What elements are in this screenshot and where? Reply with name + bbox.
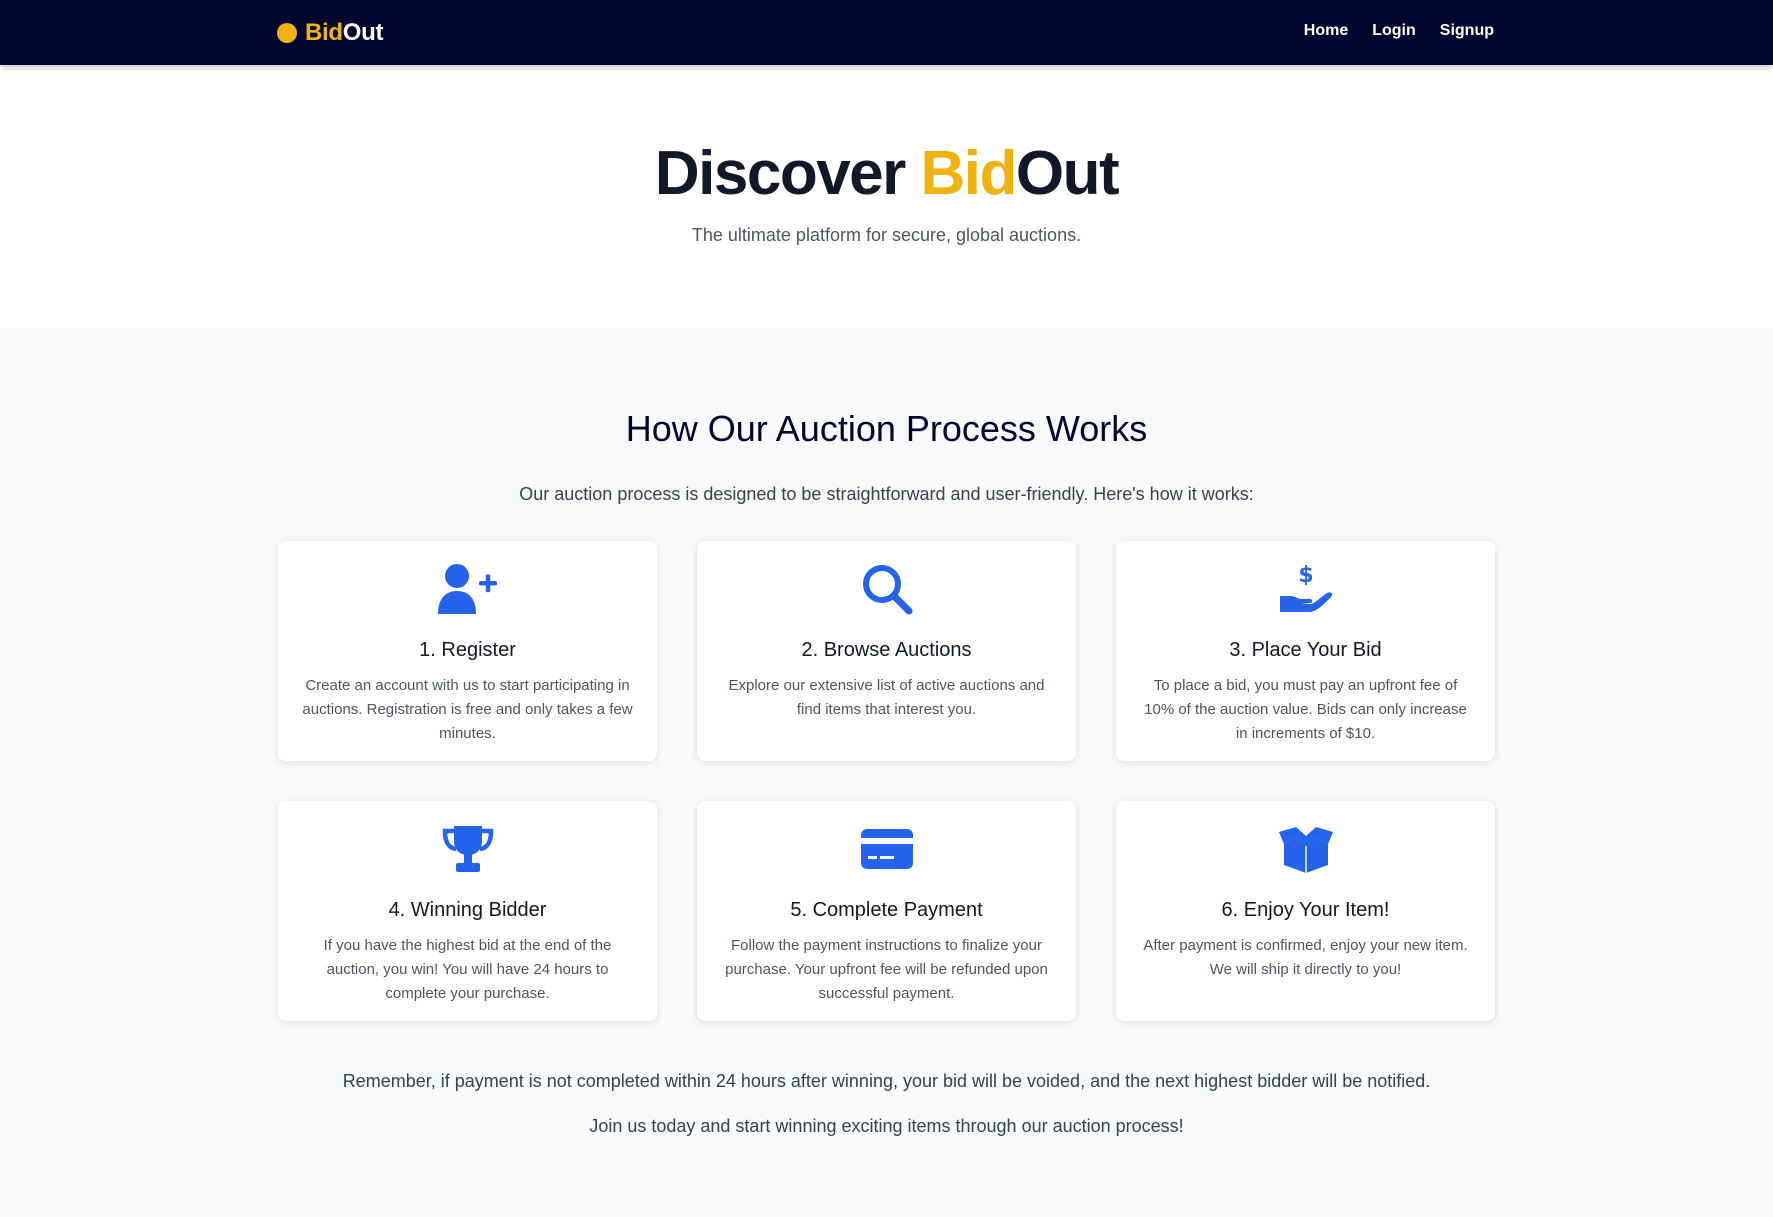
step-card-winning: 4. Winning Bidder If you have the highes…: [278, 801, 657, 1021]
step-title: 4. Winning Bidder: [388, 899, 547, 921]
step-title: 2. Browse Auctions: [801, 639, 972, 661]
nav-link-home[interactable]: Home: [1304, 22, 1348, 39]
hero-title-out: Out: [1015, 139, 1120, 208]
brand-bid-text: Bid: [305, 19, 343, 46]
page: BidOut Home Login Signup Discover BidOut…: [0, 0, 1773, 1217]
hand-dollar-icon: $: [1138, 561, 1473, 617]
process-intro: Our auction process is designed to be st…: [519, 484, 1254, 504]
nav-link-login[interactable]: Login: [1372, 22, 1416, 39]
steps-grid: 1. Register Create an account with us to…: [278, 541, 1495, 1021]
credit-card-icon: [719, 821, 1054, 877]
step-card-browse: 2. Browse Auctions Explore our extensive…: [697, 541, 1076, 761]
step-card-payment: 5. Complete Payment Follow the payment i…: [697, 801, 1076, 1021]
logo-dot-icon: [277, 23, 297, 43]
hero-section: Discover BidOut The ultimate platform fo…: [0, 65, 1773, 328]
step-card-register: 1. Register Create an account with us to…: [278, 541, 657, 761]
hero-title-bid: Bid: [920, 139, 1018, 208]
nav-link-signup[interactable]: Signup: [1440, 22, 1494, 39]
process-title: How Our Auction Process Works: [625, 408, 1148, 449]
brand-logo[interactable]: BidOut: [277, 18, 383, 48]
hero-subtitle: The ultimate platform for secure, global…: [691, 225, 1082, 245]
step-title: 5. Complete Payment: [790, 899, 983, 921]
step-text: Follow the payment instructions to final…: [725, 937, 1048, 1002]
search-icon: [719, 561, 1054, 617]
nav-links: Home Login Signup: [1304, 22, 1494, 40]
step-title: 3. Place Your Bid: [1229, 639, 1382, 661]
process-section: How Our Auction Process Works Our auctio…: [0, 328, 1773, 1217]
step-text: Explore our extensive list of active auc…: [728, 677, 1045, 718]
payment-note: Remember, if payment is not completed wi…: [342, 1071, 1431, 1091]
open-box-icon: [1138, 821, 1473, 877]
step-card-bid: $ 3. Place Your Bid To place a bid, you …: [1116, 541, 1495, 761]
join-note: Join us today and start winning exciting…: [589, 1116, 1184, 1136]
user-plus-icon: [300, 561, 635, 617]
top-navbar: BidOut Home Login Signup: [0, 0, 1773, 65]
step-text: To place a bid, you must pay an upfront …: [1144, 677, 1467, 742]
trophy-icon: [300, 821, 635, 877]
brand-out-text: Out: [342, 19, 384, 46]
step-text: If you have the highest bid at the end o…: [323, 937, 612, 1002]
step-title: 1. Register: [419, 639, 516, 661]
svg-text:$: $: [1298, 563, 1313, 588]
step-text: After payment is confirmed, enjoy your n…: [1143, 937, 1468, 978]
hero-title: Discover BidOut: [0, 143, 1773, 205]
step-text: Create an account with us to start parti…: [302, 677, 633, 742]
step-card-enjoy: 6. Enjoy Your Item! After payment is con…: [1116, 801, 1495, 1021]
step-title: 6. Enjoy Your Item!: [1221, 899, 1390, 921]
hero-title-prefix: Discover: [654, 139, 921, 208]
